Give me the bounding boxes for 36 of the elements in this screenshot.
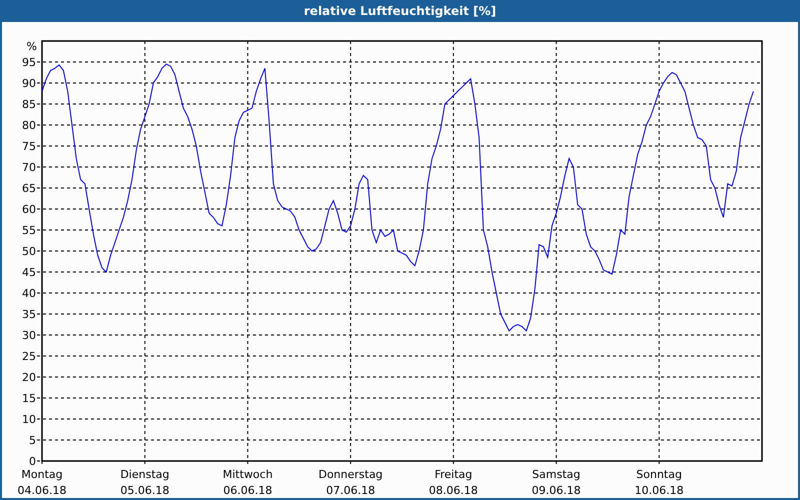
weekday-label: Montag [21, 468, 63, 481]
date-label: 08.06.18 [428, 484, 478, 497]
date-label: 05.06.18 [120, 484, 170, 497]
y-tick-label: 10 [22, 413, 36, 426]
weekday-label: Samstag [532, 468, 580, 481]
weekday-label: Mittwoch [222, 468, 273, 481]
date-label: 10.06.18 [634, 484, 684, 497]
y-tick-label: 5 [29, 434, 36, 447]
window-title: relative Luftfeuchtigkeit [%] [302, 3, 498, 20]
weekday-label: Sonntag [636, 468, 682, 481]
y-tick-label: 95 [22, 56, 36, 69]
y-tick-label: 75 [22, 140, 36, 153]
y-tick-label: 90 [22, 77, 36, 90]
y-tick-label: 35 [22, 308, 36, 321]
weekday-label: Donnerstag [318, 468, 383, 481]
y-tick-label: 80 [22, 119, 36, 132]
y-tick-label: 60 [22, 203, 36, 216]
date-label: 07.06.18 [326, 484, 376, 497]
y-tick-label: 55 [22, 224, 36, 237]
y-tick-label: 20 [22, 371, 36, 384]
y-tick-label: 45 [22, 266, 36, 279]
weekday-label: Freitag [434, 468, 472, 481]
y-tick-label: 85 [22, 98, 36, 111]
y-tick-label: 65 [22, 182, 36, 195]
y-tick-label: 30 [22, 329, 36, 342]
y-tick-label: 0 [29, 455, 36, 468]
date-label: 04.06.18 [18, 484, 66, 497]
y-axis-unit: % [26, 40, 37, 53]
y-tick-label: 70 [22, 161, 36, 174]
y-tick-label: 40 [22, 287, 36, 300]
y-tick-label: 50 [22, 245, 36, 258]
date-label: 09.06.18 [532, 484, 581, 497]
date-label: 06.06.18 [223, 484, 272, 497]
y-tick-label: 25 [22, 350, 36, 363]
y-tick-label: 15 [22, 392, 36, 405]
weekday-label: Dienstag [120, 468, 170, 481]
